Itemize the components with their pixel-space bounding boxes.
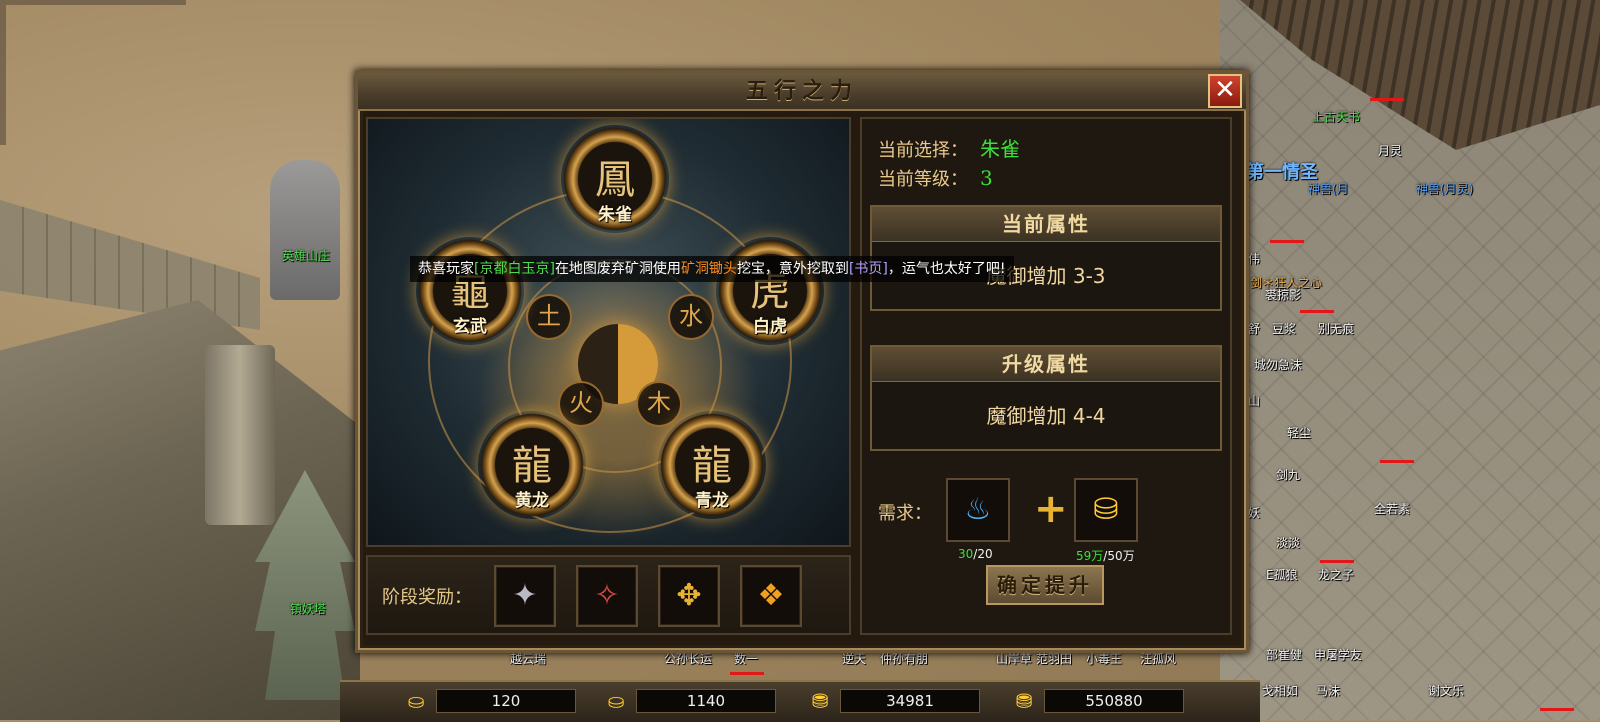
- gold-pile-icon: ⛃: [811, 689, 829, 713]
- player-name[interactable]: 神兽(月灵): [1416, 180, 1473, 197]
- current-attribute-title: 当前属性: [872, 207, 1220, 242]
- element-name-xuanwu: 玄武: [453, 317, 487, 337]
- broadcast-item[interactable]: 矿洞锄头: [681, 261, 737, 277]
- upgrade-attribute-value: 魔御增加 4-4: [986, 404, 1106, 428]
- current-selection-label: 当前选择：: [878, 140, 968, 161]
- system-broadcast: 恭喜玩家[京都白玉京]在地图废弃矿洞使用矿洞锄头挖宝，意外挖取到[书页]，运气也…: [410, 256, 1014, 282]
- map-label-demon-tower[interactable]: 镇妖塔: [290, 600, 326, 617]
- dead-tree: [0, 0, 186, 145]
- broadcast-player-link[interactable]: [京都白玉京]: [474, 261, 555, 277]
- player-name[interactable]: 马沫: [1316, 682, 1340, 699]
- broadcast-loot-link[interactable]: [书页]: [849, 261, 888, 277]
- dialog-title-bar[interactable]: 五行之力: [358, 73, 1246, 111]
- health-bar: [1320, 560, 1354, 563]
- element-name-huanglong: 黄龙: [515, 491, 549, 511]
- health-bar: [730, 672, 764, 675]
- player-name[interactable]: 月灵: [1378, 142, 1402, 159]
- currency-locked-ingot-value: 1140: [636, 689, 776, 713]
- element-name-baihu: 白虎: [753, 317, 787, 337]
- rune-icon: 火: [558, 381, 604, 427]
- player-name[interactable]: 部崔健: [1266, 646, 1302, 663]
- red-gem-badge-icon[interactable]: ✧: [576, 565, 638, 627]
- element-name-qinglong: 青龙: [695, 491, 729, 511]
- map-label-ancient-book[interactable]: 上古天书: [1312, 108, 1360, 125]
- locked-gold-icon: ⛃: [1015, 689, 1033, 713]
- currency-gold-value: 34981: [840, 689, 980, 713]
- player-name[interactable]: 伟: [1248, 250, 1260, 267]
- map-label-hero-villa[interactable]: 英雄山庄: [282, 247, 330, 264]
- health-bar: [1270, 240, 1304, 243]
- dialog-title: 五行之力: [745, 78, 858, 104]
- stage-reward-panel: 阶段奖励： ✦ ✧ ✥ ❖: [366, 555, 851, 635]
- health-bar: [1540, 708, 1574, 711]
- upgrade-info-panel: 当前选择： 朱雀 当前等级： 3 当前属性 魔御增加 3-3 升级属性 魔御增加 4…: [860, 117, 1232, 635]
- gold-gem-badge-icon[interactable]: ✥: [658, 565, 720, 627]
- currency-locked-gold-value: 550880: [1044, 689, 1184, 713]
- element-name-zhuque: 朱雀: [598, 205, 632, 225]
- tortoise-icon[interactable]: 龜 玄武: [416, 237, 524, 345]
- five-elements-dialog: 五行之力 ✕ 土 水 火 木 鳳 朱雀 虎 白虎 龍 青龙 龍 黄龙 龜 玄武: [355, 70, 1249, 653]
- requirement-label: 需求：: [878, 503, 932, 524]
- player-name[interactable]: 舒: [1248, 320, 1260, 337]
- hero-statue[interactable]: [270, 160, 340, 300]
- gold-crest-badge-icon[interactable]: ❖: [740, 565, 802, 627]
- current-level-label: 当前等级：: [878, 169, 968, 190]
- player-name[interactable]: 妖: [1248, 504, 1260, 521]
- plus-icon: +: [1034, 486, 1068, 532]
- player-name[interactable]: 申屠学友: [1314, 646, 1362, 663]
- health-bar: [1380, 460, 1414, 463]
- player-name[interactable]: E孤狼: [1266, 566, 1298, 583]
- requirement-count-material: 30/20: [958, 547, 993, 561]
- player-name[interactable]: 剑九: [1276, 466, 1300, 483]
- player-name[interactable]: 谢文乐: [1428, 682, 1464, 699]
- rune-icon: 木: [636, 381, 682, 427]
- player-name[interactable]: 淡淡: [1276, 534, 1300, 551]
- currency-bar: ⛀ 120 ⛀ 1140 ⛃ 34981 ⛃ 550880: [340, 680, 1260, 722]
- five-elements-wheel: 土 水 火 木 鳳 朱雀 虎 白虎 龍 青龙 龍 黄龙 龜 玄武: [366, 117, 851, 547]
- gold-ingot-icon[interactable]: ⛁: [1074, 478, 1138, 542]
- health-bar: [1300, 310, 1334, 313]
- player-name[interactable]: 龙之子: [1318, 566, 1354, 583]
- current-level-row: 当前等级： 3: [878, 165, 993, 191]
- yellow-dragon-icon[interactable]: 龍 黄龙: [478, 411, 586, 519]
- current-selection-row: 当前选择： 朱雀: [878, 133, 1020, 162]
- tiger-icon[interactable]: 虎 白虎: [716, 237, 824, 345]
- blue-flame-icon[interactable]: ♨: [946, 478, 1010, 542]
- player-guild[interactable]: 剑＊狂人之心: [1250, 274, 1322, 291]
- locked-ingot-icon: ⛀: [607, 689, 625, 713]
- player-title[interactable]: 第一情圣: [1246, 158, 1318, 184]
- player-name[interactable]: 山: [1248, 392, 1260, 409]
- player-name[interactable]: 戈相如: [1262, 682, 1298, 699]
- close-button[interactable]: ✕: [1208, 74, 1242, 108]
- current-selection-value: 朱雀: [980, 137, 1020, 161]
- player-name[interactable]: 豆浆: [1272, 320, 1296, 337]
- ingot-icon: ⛀: [407, 689, 425, 713]
- confirm-upgrade-button[interactable]: 确定提升: [986, 565, 1104, 605]
- health-bar: [1370, 98, 1404, 101]
- player-name[interactable]: 别无痕: [1318, 320, 1354, 337]
- silver-wings-badge-icon[interactable]: ✦: [494, 565, 556, 627]
- player-name[interactable]: 全若素: [1374, 500, 1410, 517]
- stone-wall: [0, 200, 260, 330]
- stone-pillar: [205, 345, 275, 525]
- upgrade-attribute-title: 升级属性: [872, 347, 1220, 382]
- requirement-count-gold: 59万/50万: [1076, 549, 1135, 563]
- currency-ingot-value: 120: [436, 689, 576, 713]
- stage-reward-label: 阶段奖励：: [382, 587, 472, 608]
- upgrade-attribute-box: 升级属性 魔御增加 4-4: [870, 345, 1222, 451]
- rune-icon: 水: [668, 294, 714, 340]
- player-name[interactable]: 城勿急沫: [1254, 356, 1302, 373]
- current-level-value: 3: [980, 166, 993, 190]
- azure-dragon-icon[interactable]: 龍 青龙: [658, 411, 766, 519]
- player-name[interactable]: 轻尘: [1287, 424, 1311, 441]
- phoenix-icon[interactable]: 鳳 朱雀: [561, 125, 669, 233]
- rune-icon: 土: [526, 294, 572, 340]
